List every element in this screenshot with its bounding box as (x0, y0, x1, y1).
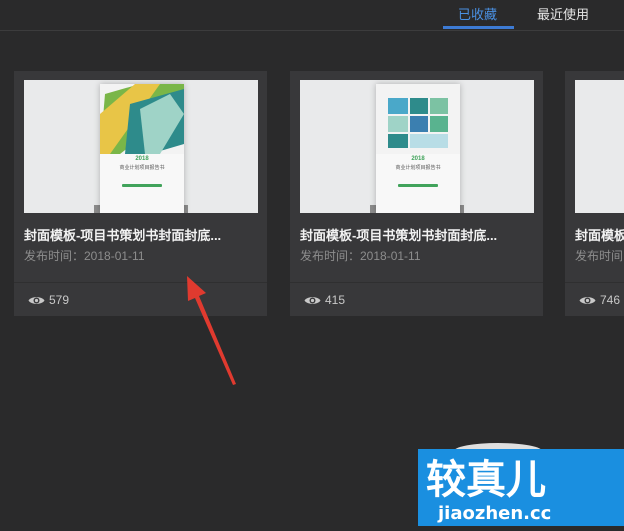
watermark-graphic: 较真儿 jiaozhen.cc (418, 443, 624, 526)
watermark-logo: 较真儿 jiaozhen.cc (418, 443, 624, 526)
watermark-sub-text: jiaozhen.cc (437, 503, 551, 524)
watermark-main-text: 较真儿 (426, 457, 546, 503)
